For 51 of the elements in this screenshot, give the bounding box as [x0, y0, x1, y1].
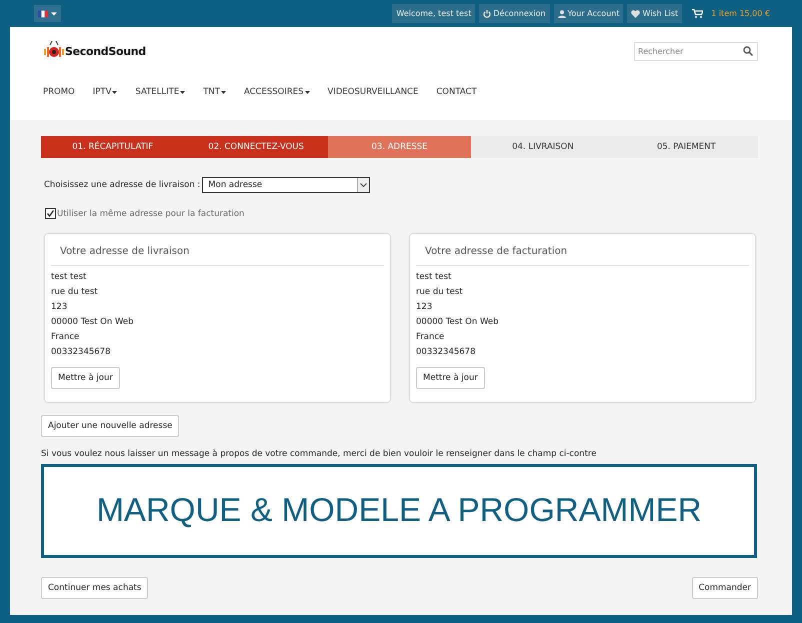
caret-icon — [112, 90, 118, 94]
address-line: France — [416, 332, 446, 342]
caret-icon — [180, 90, 186, 94]
language-dropdown[interactable] — [34, 5, 61, 22]
logo-text: SecondSound — [65, 44, 146, 58]
address-line: 123 — [51, 302, 68, 312]
update-button[interactable]: Mettre à jour — [51, 367, 120, 389]
top-bar-link[interactable]: Your Account — [554, 4, 624, 23]
add-address-button[interactable]: Ajouter une nouvelle adresse — [41, 415, 180, 437]
address-line: 123 — [416, 302, 434, 312]
caret-icon — [51, 12, 57, 16]
flag-icon — [38, 10, 48, 18]
update-button[interactable]: Mettre à jour — [416, 367, 485, 389]
top-bar-link[interactable]: Welcome, test test — [392, 4, 476, 23]
address-line: 00332345678 — [51, 347, 112, 357]
search-field[interactable]: Rechercher — [634, 42, 758, 60]
nav-item[interactable]: IPTV — [92, 87, 118, 97]
address-select[interactable]: Mon adresse — [202, 177, 370, 193]
card-title: Votre adresse de livraison — [51, 234, 384, 266]
message-field[interactable]: MARQUE & MODELE A PROGRAMMER — [41, 464, 757, 558]
continue-shopping-button[interactable]: Continuer mes achats — [41, 577, 148, 599]
top-bar-link[interactable]: Wish List — [627, 4, 682, 23]
address-select-label: Choisissez une adresse de livraison : — [44, 180, 200, 190]
nav-item[interactable]: TNT — [203, 87, 226, 97]
checkbox-label: Utiliser la même adresse pour la facturation — [57, 208, 244, 218]
card-title: Votre adresse de facturation — [416, 234, 749, 266]
nav-item[interactable]: CONTACT — [436, 87, 477, 97]
order-button[interactable]: Commander — [692, 577, 758, 599]
search-icon[interactable] — [743, 46, 753, 56]
user-icon — [558, 10, 566, 18]
address-line: test test — [51, 272, 88, 282]
message-label: Si vous voulez nous laisser un message à propos de votre commande, merci de bien vouloir le renseigner dans le champ ci-contre — [41, 449, 598, 459]
nav-item[interactable]: PROMO — [43, 87, 75, 97]
address-line: 00000 Test On Web — [51, 317, 134, 327]
address-line: test test — [416, 272, 452, 282]
caret-icon — [220, 90, 226, 94]
address-line: France — [51, 332, 80, 342]
nav-item[interactable]: VIDEOSURVEILLANCE — [328, 87, 418, 97]
top-bar-link[interactable]: Déconnexion — [479, 4, 550, 23]
nav-item[interactable]: SATELLITE — [135, 87, 186, 97]
nav-item[interactable]: ACCESSOIRES — [244, 87, 310, 97]
heart-icon — [631, 10, 640, 18]
address-line: rue du test — [416, 287, 464, 297]
checkbox[interactable] — [45, 208, 56, 219]
caret-icon — [304, 90, 310, 94]
address-line: rue du test — [51, 287, 99, 297]
chevron-icon — [360, 183, 368, 187]
power-icon — [483, 10, 492, 18]
address-line: 00332345678 — [416, 347, 476, 357]
cart-icon[interactable] — [692, 9, 704, 18]
address-line: 00000 Test On Web — [416, 317, 498, 327]
